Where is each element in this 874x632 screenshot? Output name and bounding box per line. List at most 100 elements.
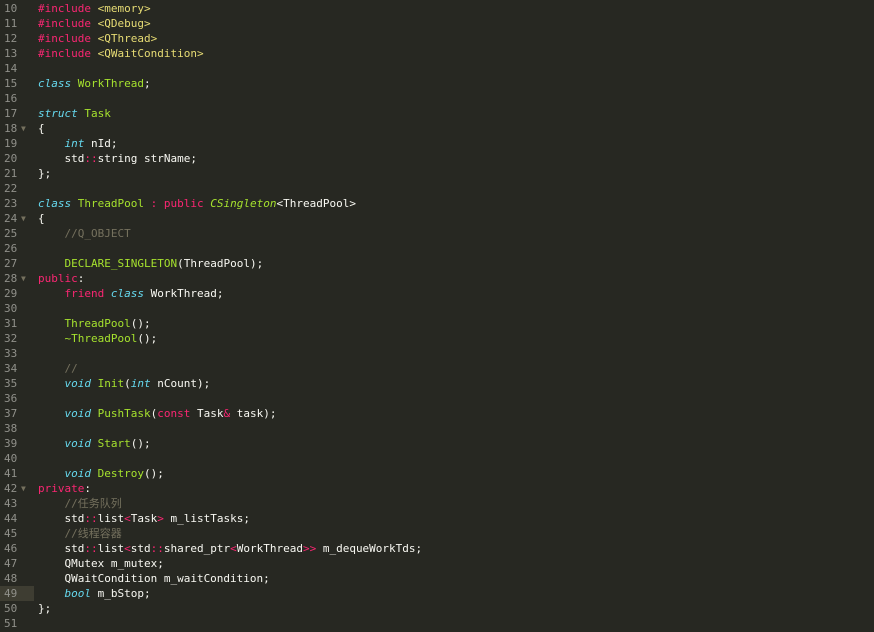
code-token: ::: [84, 512, 98, 525]
line-gutter: 49: [0, 586, 34, 601]
code-line[interactable]: 34 //: [0, 361, 874, 376]
code-line[interactable]: 22: [0, 181, 874, 196]
line-gutter: 16: [0, 91, 34, 106]
code-token: Task: [130, 512, 158, 525]
code-text: ~ThreadPool();: [38, 331, 158, 346]
code-line[interactable]: 42 ▼ private:: [0, 481, 874, 496]
code-line[interactable]: 19 int nId;: [0, 136, 874, 151]
code-line[interactable]: 13 #include <QWaitCondition>: [0, 46, 874, 61]
line-number: 32: [4, 332, 18, 345]
line-number: 23: [4, 197, 18, 210]
line-number: 28: [4, 272, 18, 285]
code-token: //: [64, 362, 78, 375]
code-editor[interactable]: 10 #include <memory> 11 #include <QDebug> 12…: [0, 0, 874, 632]
code-line[interactable]: 49 bool m_bStop;: [0, 586, 874, 601]
code-token: :: [77, 272, 85, 285]
code-line[interactable]: 14: [0, 61, 874, 76]
code-token: <: [124, 542, 131, 555]
line-number: 42: [4, 482, 18, 495]
code-text: friend class WorkThread;: [38, 286, 224, 301]
line-gutter: 50: [0, 601, 34, 616]
code-line[interactable]: 16: [0, 91, 874, 106]
code-line[interactable]: 32 ~ThreadPool();: [0, 331, 874, 346]
code-line[interactable]: 28 ▼ public:: [0, 271, 874, 286]
code-text: void Init(int nCount);: [38, 376, 211, 391]
line-gutter: 11: [0, 16, 34, 31]
code-token: void: [64, 407, 92, 420]
code-line[interactable]: 39 void Start();: [0, 436, 874, 451]
code-line[interactable]: 11 #include <QDebug>: [0, 16, 874, 31]
fold-arrow-down-icon[interactable]: ▼: [21, 481, 26, 496]
code-token: ~ThreadPool: [64, 332, 138, 345]
line-gutter: 40: [0, 451, 34, 466]
code-line[interactable]: 29 friend class WorkThread;: [0, 286, 874, 301]
code-line[interactable]: 35 void Init(int nCount);: [0, 376, 874, 391]
code-line[interactable]: 33: [0, 346, 874, 361]
code-line[interactable]: 46 std::list<std::shared_ptr<WorkThread>…: [0, 541, 874, 556]
code-text: void Destroy();: [38, 466, 164, 481]
code-line[interactable]: 48 QWaitCondition m_waitCondition;: [0, 571, 874, 586]
line-number: 10: [4, 2, 18, 15]
line-number: 35: [4, 377, 18, 390]
fold-arrow-down-icon[interactable]: ▼: [21, 271, 26, 286]
code-line[interactable]: 43 //任务队列: [0, 496, 874, 511]
code-text: public:: [38, 271, 84, 286]
code-line[interactable]: 25 //Q_OBJECT: [0, 226, 874, 241]
code-line[interactable]: 30: [0, 301, 874, 316]
code-line[interactable]: 50};: [0, 601, 874, 616]
code-line[interactable]: 18 ▼ {: [0, 121, 874, 136]
code-line[interactable]: 27 DECLARE_SINGLETON(ThreadPool);: [0, 256, 874, 271]
fold-arrow-down-icon[interactable]: ▼: [21, 121, 26, 136]
code-line[interactable]: 12 #include <QThread>: [0, 31, 874, 46]
code-line[interactable]: 40: [0, 451, 874, 466]
code-token: std: [130, 542, 151, 555]
fold-arrow-down-icon[interactable]: ▼: [21, 211, 26, 226]
code-text: QWaitCondition m_waitCondition;: [38, 571, 269, 586]
code-token: m_bStop;: [91, 587, 151, 600]
code-line[interactable]: 17 struct Task: [0, 106, 874, 121]
code-token: ();: [130, 437, 151, 450]
line-gutter: 10: [0, 1, 34, 16]
line-number: 37: [4, 407, 18, 420]
code-line[interactable]: 24 ▼ {: [0, 211, 874, 226]
code-line[interactable]: 15 class WorkThread;: [0, 76, 874, 91]
line-gutter: 27: [0, 256, 34, 271]
code-line[interactable]: 41 void Destroy();: [0, 466, 874, 481]
code-token: m_dequeWorkTds;: [316, 542, 423, 555]
line-gutter: 45: [0, 526, 34, 541]
code-line[interactable]: 31 ThreadPool();: [0, 316, 874, 331]
code-token: list: [97, 512, 125, 525]
code-line[interactable]: 38: [0, 421, 874, 436]
line-gutter: 37: [0, 406, 34, 421]
code-line[interactable]: 37 void PushTask(const Task& task);: [0, 406, 874, 421]
code-line[interactable]: 20 std::string strName;: [0, 151, 874, 166]
code-token: #include: [38, 32, 91, 45]
code-line[interactable]: 44 std::list<Task> m_listTasks;: [0, 511, 874, 526]
code-line[interactable]: 10 #include <memory>: [0, 1, 874, 16]
code-token: ::: [150, 542, 164, 555]
code-text: std::list<Task> m_listTasks;: [38, 511, 249, 526]
line-gutter: 24 ▼: [0, 211, 34, 226]
code-token: //线程容器: [64, 527, 122, 540]
code-line[interactable]: 21};: [0, 166, 874, 181]
code-line[interactable]: 26: [0, 241, 874, 256]
line-gutter: 46: [0, 541, 34, 556]
code-line[interactable]: 36: [0, 391, 874, 406]
line-number: 13: [4, 47, 18, 60]
code-line[interactable]: 23 class ThreadPool : public CSingleton<T…: [0, 196, 874, 211]
code-text: //Q_OBJECT: [38, 226, 131, 241]
line-gutter: 13: [0, 46, 34, 61]
line-number: 39: [4, 437, 18, 450]
code-line[interactable]: 51: [0, 616, 874, 631]
code-line[interactable]: 45 //线程容器: [0, 526, 874, 541]
line-gutter: 29: [0, 286, 34, 301]
code-line[interactable]: 47 QMutex m_mutex;: [0, 556, 874, 571]
